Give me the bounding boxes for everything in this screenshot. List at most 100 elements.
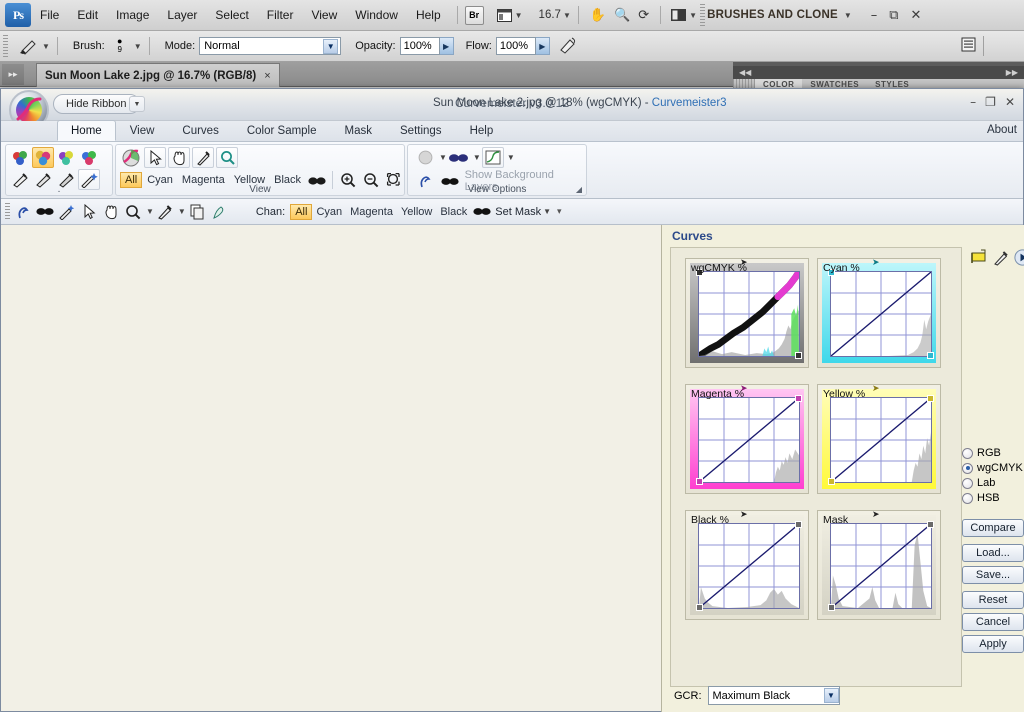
eyedropper-toolbar-icon[interactable] (154, 201, 176, 222)
set-mask-glasses-icon[interactable] (471, 201, 493, 222)
preview-sphere-icon[interactable] (414, 147, 436, 168)
screen-mode-selector[interactable]: ▼ (496, 8, 523, 23)
curve-marker-yellow[interactable]: ➤ (872, 383, 880, 394)
neutral-target-icon[interactable] (9, 147, 31, 168)
ribbon-tab-color-sample[interactable]: Color Sample (233, 120, 331, 141)
curve-plot-cyan[interactable] (828, 269, 934, 359)
panel-scroll-left-icon[interactable]: ◀◀ (739, 68, 751, 77)
cancel-button[interactable]: Cancel (962, 613, 1024, 631)
workspace-grip[interactable] (700, 4, 706, 26)
color-mode-hsb[interactable]: HSB (962, 492, 1024, 504)
curve-handle-magenta-bottom[interactable] (696, 478, 703, 485)
toolbar2-grip[interactable] (5, 202, 10, 221)
save-button[interactable]: Save... (962, 566, 1024, 584)
opacity-slider-arrow-icon[interactable]: ▶ (439, 37, 454, 55)
eyedropper-icon[interactable] (993, 249, 1009, 269)
set-mask-caret-icon[interactable]: ▼ (543, 207, 551, 216)
color-wheel-view-icon[interactable] (120, 147, 142, 168)
curve-marker-black[interactable]: ➤ (740, 509, 748, 520)
curve-handle-mask-bottom[interactable] (828, 604, 835, 611)
curve-handle-black-top[interactable] (795, 521, 802, 528)
false-profile-tool-icon[interactable] (78, 147, 100, 168)
window-restore-button[interactable]: ⧉ (884, 8, 903, 23)
curve-cell-black[interactable]: Black % ➤ (685, 509, 809, 620)
menu-select[interactable]: Select (206, 5, 257, 25)
curve-plot-mask[interactable] (828, 521, 934, 611)
curve-cell-wgcmyk[interactable]: wgCMYK % ➤ (685, 257, 809, 368)
set-mask-label[interactable]: Set Mask (495, 206, 541, 218)
ribbon-tab-view[interactable]: View (116, 120, 169, 141)
curve-cell-mask[interactable]: Mask ➤ (817, 509, 941, 620)
zoom-toolbar-icon[interactable] (122, 201, 144, 222)
reset-button[interactable]: Reset (962, 591, 1024, 609)
auto-magic-toolbar-icon[interactable] (56, 201, 78, 222)
hand-pan-tool-icon[interactable] (168, 147, 190, 168)
zoom-level-value[interactable]: 16.7 (539, 9, 561, 21)
preview-sphere-caret-icon[interactable]: ▼ (439, 153, 447, 162)
curve-handle-mask-top[interactable] (927, 521, 934, 528)
current-tool-preset[interactable]: ▼ (18, 37, 50, 55)
opacity-input[interactable]: 100% (399, 37, 440, 55)
screen-mode-button[interactable]: ▼ (670, 8, 697, 22)
workspace-name[interactable]: BRUSHES AND CLONE (707, 9, 838, 21)
flag-icon[interactable] (970, 249, 988, 269)
mask-glasses-caret-icon[interactable]: ▼ (473, 153, 481, 162)
menu-filter[interactable]: Filter (258, 5, 303, 25)
arrow-select-toolbar-icon[interactable] (78, 201, 100, 222)
toolbar2-channel-all[interactable]: All (290, 203, 313, 220)
flow-input[interactable]: 100% (495, 37, 536, 55)
curve-marker-cyan[interactable]: ➤ (872, 257, 880, 268)
color-balance-tool-icon[interactable] (32, 147, 54, 168)
color-mode-wgcmyk[interactable]: wgCMYK (962, 462, 1024, 474)
arrow-select-tool-icon[interactable] (144, 147, 166, 168)
toolbar2-channel-cyan[interactable]: Cyan (312, 205, 346, 219)
rotate-view-tool-icon[interactable]: ⟳ (634, 6, 653, 24)
window-minimize-button[interactable]: – (866, 8, 883, 23)
menu-view[interactable]: View (302, 5, 346, 25)
curve-plot-wgcmyk[interactable] (695, 268, 803, 360)
menu-image[interactable]: Image (107, 5, 158, 25)
about-link[interactable]: About (987, 124, 1017, 136)
mask-glasses-toolbar-icon[interactable] (34, 201, 56, 222)
mask-glasses-options-icon[interactable] (448, 147, 470, 168)
document-tab[interactable]: Sun Moon Lake 2.jpg @ 16.7% (RGB/8) × (36, 63, 280, 87)
toolbar2-channel-magenta[interactable]: Magenta (346, 205, 397, 219)
eyedropper-sample-tool-icon[interactable] (192, 147, 214, 168)
curve-plot-magenta[interactable] (696, 395, 802, 485)
curve-overlay-caret-icon[interactable]: ▼ (507, 153, 515, 162)
curve-overlay-icon[interactable] (481, 147, 504, 168)
zoom-toolbar-caret-icon[interactable]: ▼ (146, 207, 154, 216)
panel-scroll-arrows[interactable]: ◀◀ ▶▶ (733, 66, 1024, 79)
ribbon-tab-mask[interactable]: Mask (331, 120, 386, 141)
ribbon-tab-curves[interactable]: Curves (168, 120, 232, 141)
expand-tabs-button[interactable]: ▸▸ (2, 64, 24, 85)
curve-plot-yellow[interactable] (828, 395, 934, 485)
curve-plot-black[interactable] (696, 521, 802, 611)
color-mode-lab[interactable]: Lab (962, 477, 1024, 489)
menu-edit[interactable]: Edit (68, 5, 107, 25)
apply-button[interactable]: Apply (962, 635, 1024, 653)
bridge-button[interactable]: Br (464, 5, 484, 25)
curve-handle-yellow-top[interactable] (927, 395, 934, 402)
ribbon-tab-settings[interactable]: Settings (386, 120, 456, 141)
curve-cell-magenta[interactable]: Magenta % ➤ (685, 383, 809, 494)
play-icon[interactable] (1014, 249, 1024, 269)
zoom-level-caret-icon[interactable]: ▼ (563, 11, 571, 20)
flow-slider-arrow-icon[interactable]: ▶ (535, 37, 550, 55)
curve-cell-yellow[interactable]: Yellow % ➤ (817, 383, 941, 494)
compare-button[interactable]: Compare (962, 519, 1024, 537)
toolbar2-overflow-icon[interactable]: ▾ (557, 206, 562, 217)
skin-tone-tool-icon[interactable] (55, 147, 77, 168)
menu-window[interactable]: Window (346, 5, 407, 25)
menu-file[interactable]: File (31, 5, 68, 25)
hand-tool-icon[interactable]: ✋ (586, 6, 610, 24)
copy-sample-icon[interactable] (186, 201, 208, 222)
paint-mask-icon[interactable] (208, 201, 230, 222)
curve-cell-cyan[interactable]: Cyan % ➤ (817, 257, 941, 368)
panel-scroll-right-icon[interactable]: ▶▶ (1006, 68, 1018, 77)
gcr-select[interactable]: Maximum Black ▼ (707, 686, 840, 705)
workspace-caret-icon[interactable]: ▼ (844, 11, 852, 20)
toolbar2-channel-yellow[interactable]: Yellow (397, 205, 436, 219)
curve-handle-black-bottom[interactable] (696, 604, 703, 611)
hand-pan-toolbar-icon[interactable] (100, 201, 122, 222)
